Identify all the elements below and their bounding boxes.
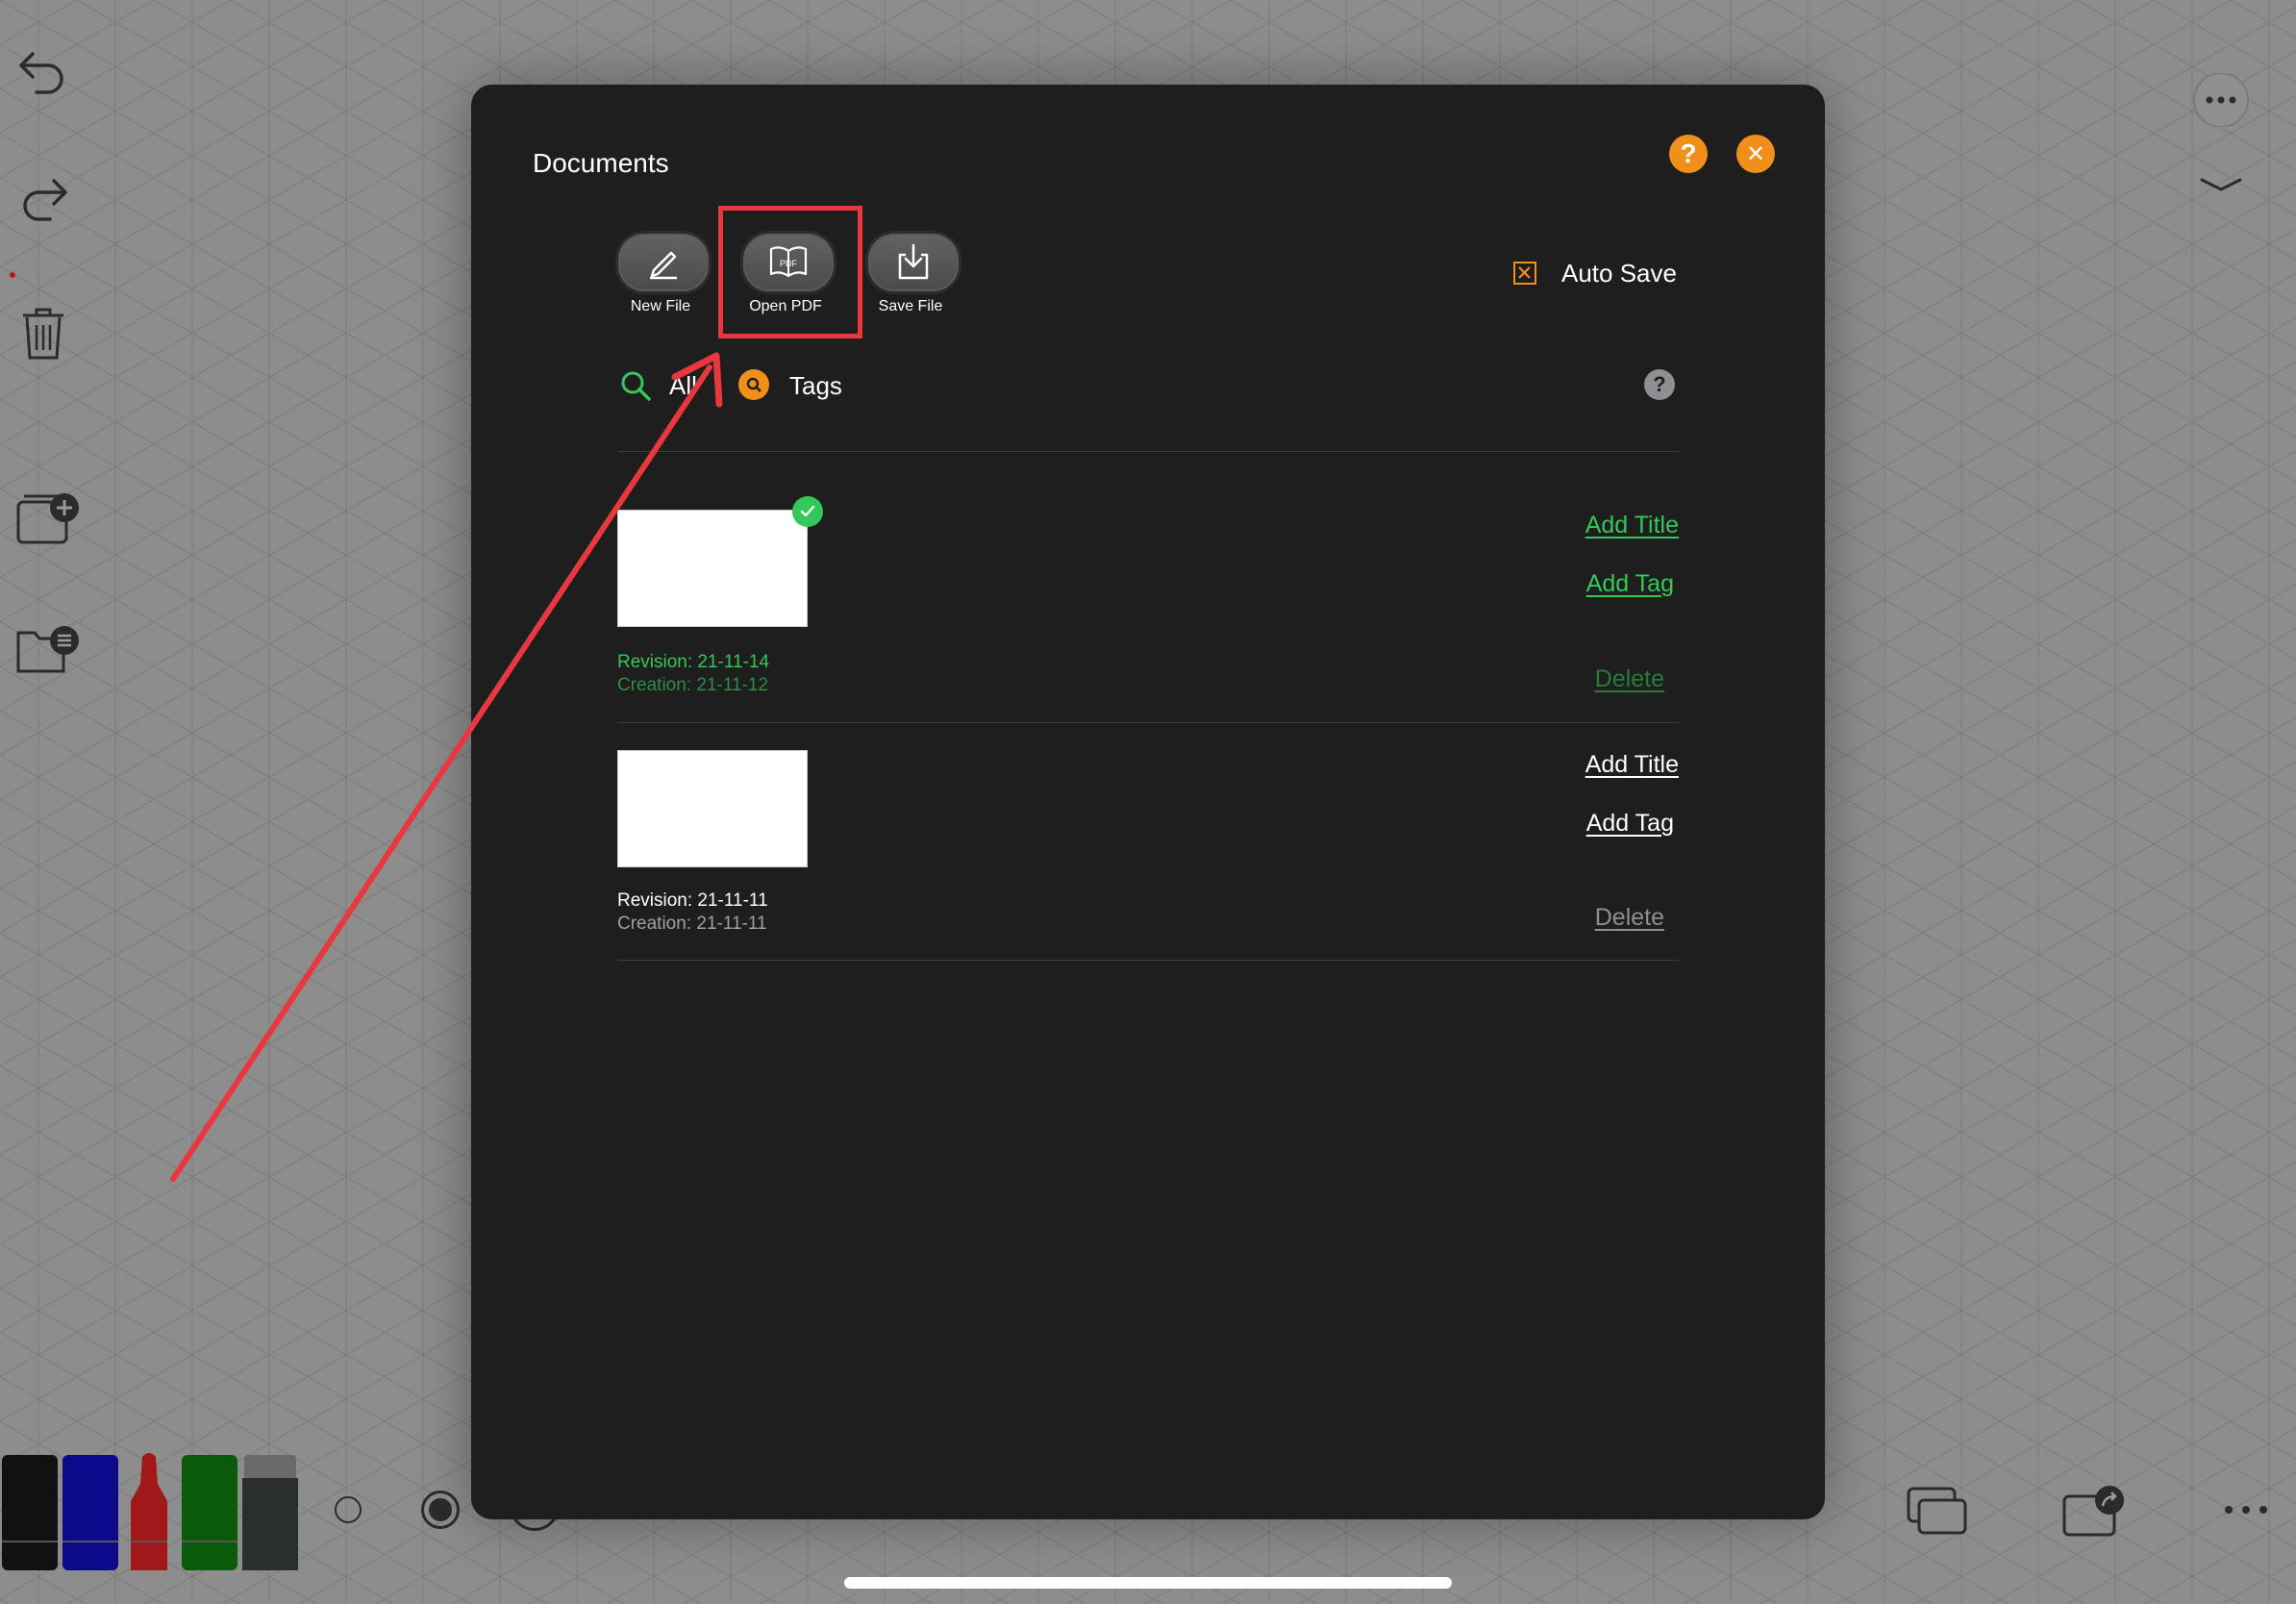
add-tag-link[interactable]: Add Tag xyxy=(1586,570,1674,598)
document-thumbnail[interactable] xyxy=(617,510,808,627)
auto-save-checkbox[interactable] xyxy=(1513,262,1536,285)
home-indicator[interactable] xyxy=(844,1577,1452,1589)
add-title-link[interactable]: Add Title xyxy=(1585,512,1679,539)
save-download-icon xyxy=(898,243,929,280)
creation-date: Creation: 21-11-12 xyxy=(617,675,769,695)
eraser-tool[interactable] xyxy=(240,1451,300,1570)
pencil-icon xyxy=(650,251,677,280)
search-icon[interactable] xyxy=(619,369,652,407)
green-marker[interactable] xyxy=(180,1451,239,1570)
revision-date: Revision: 21-11-11 xyxy=(617,890,768,911)
more-icon[interactable] xyxy=(2190,73,2252,127)
red-marker[interactable] xyxy=(119,1451,179,1570)
filter-help-button[interactable]: ? xyxy=(1644,369,1675,400)
documents-dialog: Documents ? ✕ New File PDF Open PDF Save… xyxy=(471,85,1825,1519)
help-icon: ? xyxy=(1653,372,1666,396)
open-pdf-highlight-box xyxy=(718,206,862,338)
new-file-label: New File xyxy=(630,298,691,314)
revision-date: Revision: 21-11-14 xyxy=(617,652,770,672)
close-button[interactable]: ✕ xyxy=(1736,135,1775,173)
folder-list-icon[interactable] xyxy=(15,623,81,675)
add-title-link[interactable]: Add Title xyxy=(1585,751,1679,779)
new-page-icon[interactable] xyxy=(15,489,81,546)
more-icon[interactable] xyxy=(2221,1502,2271,1517)
collapse-chevron-icon[interactable] xyxy=(2200,177,2242,192)
save-file-button[interactable] xyxy=(865,231,961,294)
filter-tags-label[interactable]: Tags xyxy=(789,371,842,401)
black-marker[interactable] xyxy=(0,1451,60,1570)
save-file-label: Save File xyxy=(878,298,943,314)
filter-all-label[interactable]: All xyxy=(669,371,697,401)
creation-date: Creation: 21-11-11 xyxy=(617,914,767,934)
tag-search-icon[interactable] xyxy=(738,369,769,400)
color-indicator-dot xyxy=(10,272,15,278)
help-icon: ? xyxy=(1680,138,1697,168)
share-icon[interactable] xyxy=(2061,1485,2125,1539)
brush-size-selected-dot xyxy=(429,1498,452,1521)
divider xyxy=(617,451,1679,452)
redo-icon[interactable] xyxy=(17,179,69,227)
trash-icon[interactable] xyxy=(21,306,65,362)
help-button[interactable]: ? xyxy=(1669,135,1708,173)
brush-size-small[interactable] xyxy=(335,1496,362,1523)
delete-link[interactable]: Delete xyxy=(1595,665,1664,693)
pages-icon[interactable] xyxy=(1906,1485,1969,1537)
checked-x-icon xyxy=(1518,266,1531,279)
document-thumbnail[interactable] xyxy=(617,750,808,867)
new-file-button[interactable] xyxy=(615,231,711,294)
divider xyxy=(617,960,1679,961)
auto-save-label: Auto Save xyxy=(1561,259,1677,288)
brush-size-medium[interactable] xyxy=(421,1491,460,1529)
dialog-title: Documents xyxy=(533,148,669,178)
blue-marker[interactable] xyxy=(61,1451,120,1570)
undo-icon[interactable] xyxy=(17,46,69,94)
add-tag-link[interactable]: Add Tag xyxy=(1586,810,1674,838)
close-icon: ✕ xyxy=(1745,140,1766,167)
current-document-check-icon xyxy=(792,496,823,527)
divider xyxy=(617,722,1679,723)
delete-link[interactable]: Delete xyxy=(1595,904,1664,932)
